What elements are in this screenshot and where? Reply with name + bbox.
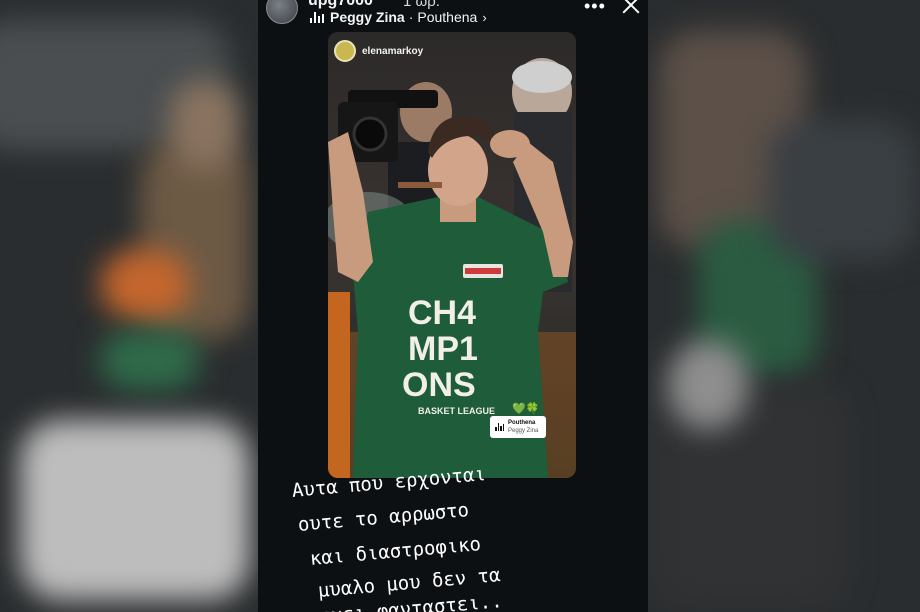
post-author-username: elenamarkoy <box>362 45 424 57</box>
sticker-song-title: Pouthena <box>508 420 536 426</box>
song-title: Pouthena <box>417 9 478 25</box>
music-sticker[interactable]: Pouthena Peggy Zina <box>490 416 546 438</box>
chevron-right-icon: › <box>482 9 487 25</box>
avatar[interactable] <box>266 0 298 24</box>
green-heart-clover-emoji: 💚🍀 <box>512 403 540 415</box>
music-bars-icon <box>310 11 324 23</box>
shirt-text-line-2: MP1 <box>408 330 478 368</box>
song-artist: Peggy Zina <box>330 9 405 25</box>
caption-line-3: και διαστροφικο <box>309 533 482 570</box>
sticker-text: Pouthena Peggy Zina <box>508 419 538 435</box>
sticker-song-artist: Peggy Zina <box>508 428 539 434</box>
song-separator: · <box>408 9 414 25</box>
story-header: upg7000 1 ωρ. Peggy Zina · Pouthena › ••… <box>258 0 648 32</box>
music-bars-icon <box>495 423 504 431</box>
caption-line-2: ουτε το αρρωστο <box>297 499 470 536</box>
shirt-text-line-3: ONS <box>402 366 476 404</box>
post-author-avatar <box>334 40 356 62</box>
post-author[interactable]: elenamarkoy <box>334 40 423 62</box>
story-viewer: upg7000 1 ωρ. Peggy Zina · Pouthena › ••… <box>258 0 648 612</box>
blurred-background-left <box>0 0 258 612</box>
close-icon[interactable] <box>620 0 642 16</box>
shirt-text-line-1: CH4 <box>408 294 476 332</box>
reposted-post[interactable]: CH4 MP1 ONS BASKET LEAGUE elenamarkoy 💚🍀… <box>328 32 576 478</box>
blurred-background-right <box>648 0 920 612</box>
more-options-icon[interactable]: ••• <box>584 0 606 17</box>
story-music-link[interactable]: Peggy Zina · Pouthena › <box>310 8 487 26</box>
shirt-small-text: BASKET LEAGUE <box>418 406 495 416</box>
